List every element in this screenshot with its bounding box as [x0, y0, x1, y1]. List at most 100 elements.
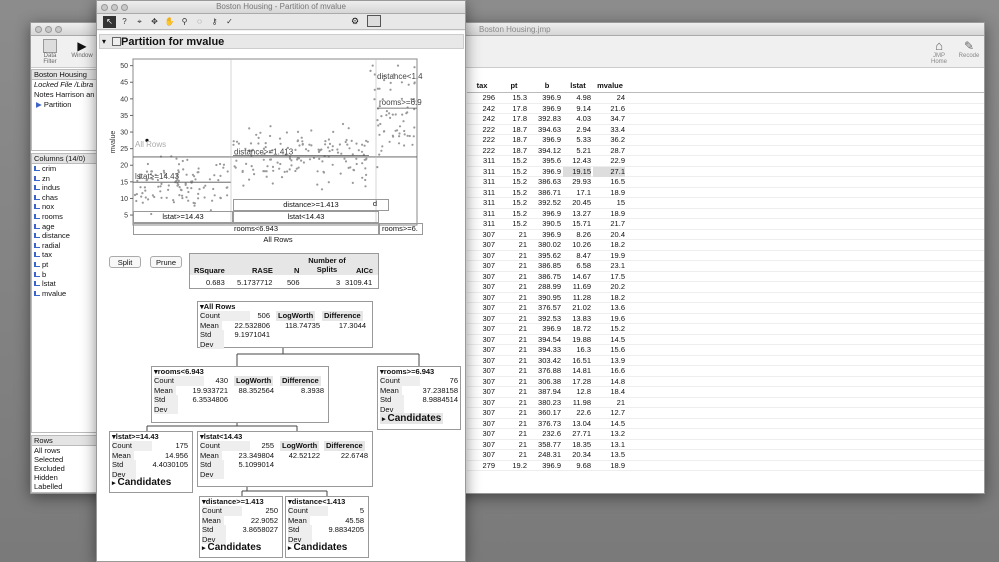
table-cell[interactable]: 307 — [467, 251, 495, 262]
table-cell[interactable]: 21 — [499, 335, 527, 346]
table-row[interactable]: 307 21 360.17 22.6 12.7 — [467, 408, 984, 419]
table-cell[interactable]: 394.63 — [531, 125, 561, 136]
close-button[interactable] — [35, 26, 42, 33]
table-cell[interactable]: 307 — [467, 366, 495, 377]
node-lstat-ge[interactable]: ▾lstat>=14.43 Count 175 Mean 14.956 Std De… — [109, 431, 193, 493]
rows-header[interactable]: Rows — [32, 436, 98, 446]
table-cell[interactable]: 20.2 — [593, 282, 625, 293]
table-cell[interactable]: 21 — [499, 450, 527, 461]
table-row[interactable]: 307 21 386.85 6.58 23.1 — [467, 261, 984, 272]
table-cell[interactable]: 380.02 — [531, 240, 561, 251]
table-row[interactable]: 307 21 358.77 18.35 13.1 — [467, 440, 984, 451]
table-cell[interactable]: 396.9 — [531, 324, 561, 335]
table-row[interactable]: 307 21 288.99 11.69 20.2 — [467, 282, 984, 293]
table-cell[interactable]: 19.6 — [593, 314, 625, 325]
table-cell[interactable]: 12.7 — [593, 408, 625, 419]
minimize-button[interactable] — [45, 26, 52, 33]
table-row[interactable]: 307 21 386.75 14.67 17.5 — [467, 272, 984, 283]
table-cell[interactable]: 17.8 — [499, 104, 527, 115]
table-cell[interactable]: 311 — [467, 188, 495, 199]
table-row[interactable]: 307 21 248.31 20.34 13.5 — [467, 450, 984, 461]
table-cell[interactable]: 396.9 — [531, 135, 561, 146]
table-cell[interactable]: 360.17 — [531, 408, 561, 419]
table-cell[interactable]: 307 — [467, 377, 495, 388]
arrow-tool-icon[interactable]: ↖ — [103, 16, 116, 28]
table-cell[interactable]: 307 — [467, 314, 495, 325]
table-cell[interactable]: 307 — [467, 419, 495, 430]
table-cell[interactable]: 28.7 — [593, 146, 625, 157]
table-cell[interactable]: 311 — [467, 209, 495, 220]
table-cell[interactable]: 16.3 — [563, 345, 591, 356]
node-all-rows[interactable]: ▾All Rows Count 506 LogWorth Difference Mea… — [197, 301, 373, 349]
table-cell[interactable]: 13.5 — [593, 450, 625, 461]
node-distance-ge[interactable]: ▾distance>=1.413 Count 250 Mean 22.9052 St… — [199, 496, 283, 558]
table-cell[interactable]: 307 — [467, 398, 495, 409]
brush-tool-icon[interactable]: ⚲ — [178, 16, 191, 28]
table-row[interactable]: 307 21 387.94 12.8 18.4 — [467, 387, 984, 398]
table-cell[interactable]: 4.98 — [563, 93, 591, 104]
table-cell[interactable]: 5.33 — [563, 135, 591, 146]
table-cell[interactable]: 307 — [467, 429, 495, 440]
table-cell[interactable]: 17.28 — [563, 377, 591, 388]
table-cell[interactable]: 18.72 — [563, 324, 591, 335]
candidates-toggle[interactable]: ▸ Candidates — [112, 477, 171, 488]
table-cell[interactable]: 11.69 — [563, 282, 591, 293]
table-cell[interactable]: 15.2 — [499, 188, 527, 199]
table-cell[interactable]: 18.9 — [593, 461, 625, 472]
table-cell[interactable]: 307 — [467, 450, 495, 461]
table-cell[interactable]: 21.7 — [593, 219, 625, 230]
table-cell[interactable]: 395.62 — [531, 251, 561, 262]
table-cell[interactable]: 21.02 — [563, 303, 591, 314]
help-tool-icon[interactable]: ? — [118, 16, 131, 28]
table-row[interactable]: 307 21 303.42 16.51 13.9 — [467, 356, 984, 367]
column-list-item[interactable]: pt — [32, 260, 98, 270]
table-cell[interactable]: 222 — [467, 135, 495, 146]
table-cell[interactable]: 307 — [467, 293, 495, 304]
table-cell[interactable]: 15.2 — [499, 167, 527, 178]
table-cell[interactable]: 17.8 — [499, 114, 527, 125]
table-cell[interactable]: 279 — [467, 461, 495, 472]
group-tool-icon[interactable]: ⚙ — [351, 16, 359, 27]
table-row[interactable]: 222 18.7 394.63 2.94 33.4 — [467, 125, 984, 136]
table-cell[interactable]: 36.2 — [593, 135, 625, 146]
window-button[interactable]: ▶ Window — [69, 39, 95, 59]
table-cell[interactable]: 18.7 — [499, 146, 527, 157]
table-row[interactable]: 307 21 390.95 11.28 18.2 — [467, 293, 984, 304]
column-list-item[interactable]: distance — [32, 231, 98, 241]
table-cell[interactable]: 21 — [499, 429, 527, 440]
table-row[interactable]: 307 21 396.9 18.72 15.2 — [467, 324, 984, 335]
table-cell[interactable]: 18.7 — [499, 125, 527, 136]
table-cell[interactable]: 288.99 — [531, 282, 561, 293]
column-list-item[interactable]: crim — [32, 164, 98, 174]
table-row[interactable]: 307 21 376.88 14.81 16.6 — [467, 366, 984, 377]
table-cell[interactable]: 18.35 — [563, 440, 591, 451]
table-row[interactable]: 222 18.7 396.9 5.33 36.2 — [467, 135, 984, 146]
hand-tool-icon[interactable]: ✋ — [163, 16, 176, 28]
table-row[interactable]: 307 21 396.9 8.26 20.4 — [467, 230, 984, 240]
table-cell[interactable]: 13.9 — [593, 356, 625, 367]
table-cell[interactable]: 386.71 — [531, 188, 561, 199]
table-cell[interactable]: 20.45 — [563, 198, 591, 209]
column-list-item[interactable]: chas — [32, 193, 98, 203]
table-cell[interactable]: 16.51 — [563, 356, 591, 367]
table-cell[interactable]: 15.71 — [563, 219, 591, 230]
col-header-tax[interactable]: tax — [467, 81, 497, 90]
table-cell[interactable]: 12.43 — [563, 156, 591, 167]
table-cell[interactable]: 358.77 — [531, 440, 561, 451]
col-header-b[interactable]: b — [531, 81, 563, 90]
table-cell[interactable]: 306.38 — [531, 377, 561, 388]
table-cell[interactable]: 242 — [467, 104, 495, 115]
table-cell[interactable]: 21 — [499, 240, 527, 251]
table-cell[interactable]: 15.2 — [499, 156, 527, 167]
table-cell[interactable]: 21 — [499, 324, 527, 335]
table-cell[interactable]: 222 — [467, 125, 495, 136]
table-cell[interactable]: 17.5 — [593, 272, 625, 283]
table-cell[interactable]: 307 — [467, 387, 495, 398]
table-cell[interactable]: 24 — [593, 93, 625, 104]
table-cell[interactable]: 307 — [467, 303, 495, 314]
column-list-item[interactable]: zn — [32, 174, 98, 184]
table-cell[interactable]: 390.95 — [531, 293, 561, 304]
table-row[interactable]: 307 21 394.33 16.3 15.6 — [467, 345, 984, 356]
table-row[interactable]: 296 15.3 396.9 4.98 24 — [467, 93, 984, 104]
node-lstat-lt[interactable]: ▾lstat<14.43 Count 255 LogWorth Difference … — [197, 431, 373, 487]
